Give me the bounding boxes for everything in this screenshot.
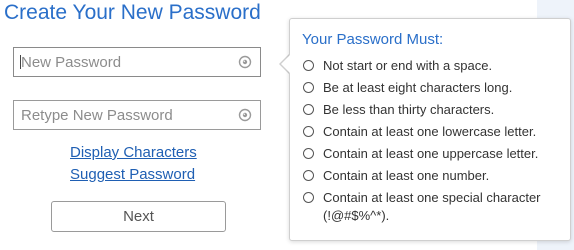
requirement-item: Contain at least one number. [302,167,541,189]
requirements-list: Not start or end with a space. Be at lea… [302,57,541,223]
password-requirements-tooltip: Your Password Must: Not start or end wit… [289,18,571,241]
requirement-text: Contain at least one uppercase letter. [323,146,539,161]
circle-icon [303,82,314,93]
retype-password-input[interactable] [14,101,231,129]
circle-icon [303,148,314,159]
circle-icon [303,104,314,115]
eye-icon[interactable] [238,108,252,122]
requirements-title: Your Password Must: [302,31,444,48]
new-password-input[interactable] [14,48,231,76]
new-password-field[interactable] [13,47,261,77]
requirement-text-continued: (!@#$%^*). [323,208,390,223]
requirement-text: Contain at least one lowercase letter. [323,124,537,139]
display-characters-link[interactable]: Display Characters [70,144,197,161]
circle-icon [303,126,314,137]
requirement-text: Not start or end with a space. [323,58,493,73]
requirement-item: Not start or end with a space. [302,57,541,79]
tooltip-arrow-inner [281,55,290,73]
requirement-text: Be less than thirty characters. [323,102,495,117]
circle-icon [303,170,314,181]
requirement-item: Contain at least one uppercase letter. [302,145,541,167]
page-title: Create Your New Password [4,1,261,24]
requirement-text: Contain at least one number. [323,168,490,183]
retype-password-field[interactable] [13,100,261,130]
requirement-item: Contain at least one special character (… [302,189,541,223]
requirement-text: Be at least eight characters long. [323,80,513,95]
text-cursor [20,55,21,69]
circle-icon [303,60,314,71]
requirement-item: Be at least eight characters long. [302,79,541,101]
requirement-item: Contain at least one lowercase letter. [302,123,541,145]
circle-icon [303,192,314,203]
suggest-password-link[interactable]: Suggest Password [70,166,195,183]
requirement-text: Contain at least one special character [323,190,541,205]
requirement-item: Be less than thirty characters. [302,101,541,123]
eye-icon[interactable] [238,55,252,69]
next-button[interactable]: Next [51,201,226,232]
